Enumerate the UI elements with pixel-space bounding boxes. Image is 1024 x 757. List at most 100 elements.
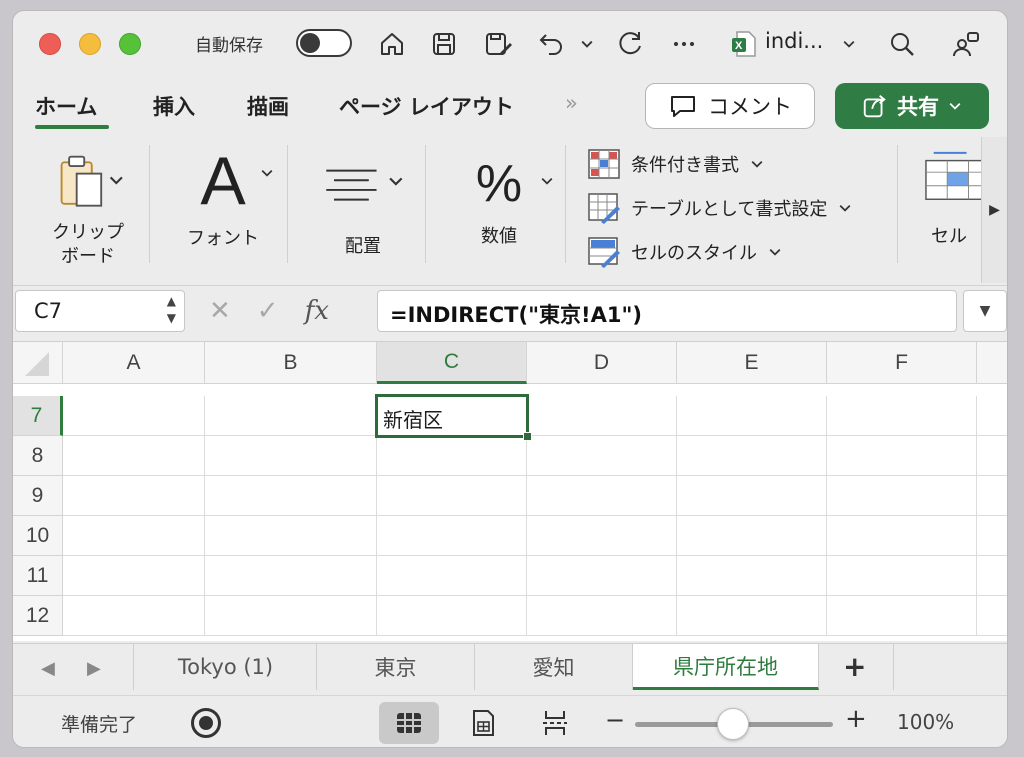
- column-header-e[interactable]: E: [677, 342, 827, 384]
- comment-button[interactable]: コメント: [645, 83, 815, 129]
- sheet-tab-tokyo-jp[interactable]: 東京: [317, 644, 475, 690]
- zoom-window-button[interactable]: [119, 33, 141, 55]
- row-header-11[interactable]: 11: [13, 556, 63, 596]
- grid-cell[interactable]: [827, 556, 977, 596]
- undo-dropdown-chevron-icon[interactable]: [577, 27, 597, 61]
- column-header-f[interactable]: F: [827, 342, 977, 384]
- grid-cell[interactable]: [677, 476, 827, 516]
- grid-cell[interactable]: [205, 476, 377, 516]
- document-name[interactable]: indi...: [765, 29, 823, 53]
- alignment-group[interactable]: 配置: [303, 137, 423, 269]
- previous-sheet-icon[interactable]: ◀: [41, 658, 55, 679]
- document-chevron-icon[interactable]: [839, 27, 859, 61]
- grid-cell[interactable]: [205, 396, 377, 436]
- conditional-formatting-button[interactable]: 条件付き書式: [587, 147, 765, 181]
- grid-cell[interactable]: [527, 476, 677, 516]
- font-group[interactable]: A フォント: [163, 137, 283, 269]
- insert-function-icon[interactable]: fx: [305, 296, 329, 326]
- grid-cell[interactable]: [677, 516, 827, 556]
- row-header-10[interactable]: 10: [13, 516, 63, 556]
- zoom-in-button[interactable]: +: [845, 704, 867, 734]
- row-header-8[interactable]: 8: [13, 436, 63, 476]
- cancel-formula-icon[interactable]: ✕: [209, 296, 231, 326]
- grid-cell[interactable]: [377, 516, 527, 556]
- zoom-slider-handle[interactable]: [717, 708, 749, 740]
- tab-insert[interactable]: 挿入: [153, 91, 195, 121]
- cell-c7[interactable]: 新宿区: [377, 396, 527, 436]
- name-box[interactable]: C7 ▲ ▼: [15, 290, 185, 332]
- grid-cell[interactable]: [205, 516, 377, 556]
- grid-cell[interactable]: [677, 596, 827, 636]
- normal-view-button[interactable]: [379, 702, 439, 744]
- record-macro-icon[interactable]: [191, 708, 221, 738]
- grid-cell[interactable]: [63, 516, 205, 556]
- name-box-stepper-icon[interactable]: ▲ ▼: [167, 293, 176, 327]
- grid-cell[interactable]: [63, 476, 205, 516]
- row-header-9[interactable]: 9: [13, 476, 63, 516]
- grid-cell[interactable]: [977, 516, 1007, 556]
- worksheet-grid[interactable]: A B C D E F 7 8 9 10 11 12 新宿区: [13, 341, 1007, 641]
- formula-input[interactable]: =INDIRECT("東京!A1"): [377, 290, 957, 332]
- more-icon[interactable]: [667, 27, 701, 61]
- tab-draw[interactable]: 描画: [247, 91, 289, 121]
- select-all-button[interactable]: [13, 342, 63, 384]
- format-as-table-button[interactable]: テーブルとして書式設定: [587, 191, 853, 225]
- grid-cell[interactable]: [977, 556, 1007, 596]
- confirm-formula-icon[interactable]: ✓: [257, 296, 279, 326]
- column-header-b[interactable]: B: [205, 342, 377, 384]
- tab-page-layout[interactable]: ページ レイアウト: [339, 91, 514, 121]
- grid-cell[interactable]: [527, 556, 677, 596]
- home-icon[interactable]: [375, 27, 409, 61]
- minimize-window-button[interactable]: [79, 33, 101, 55]
- clipboard-group[interactable]: クリップ ボード: [33, 137, 143, 269]
- row-header-12[interactable]: 12: [13, 596, 63, 636]
- grid-cell[interactable]: [677, 436, 827, 476]
- grid-cell[interactable]: [205, 596, 377, 636]
- cells-group[interactable]: セル: [911, 137, 981, 269]
- sheet-tab-prefectural-capitals[interactable]: 県庁所在地: [633, 644, 819, 690]
- add-sheet-button[interactable]: +: [843, 650, 866, 683]
- zoom-level[interactable]: 100%: [897, 710, 954, 734]
- grid-cell[interactable]: [377, 436, 527, 476]
- tabs-overflow-icon[interactable]: »: [565, 91, 578, 115]
- grid-cell[interactable]: [205, 436, 377, 476]
- expand-formula-bar-button[interactable]: ▼: [963, 290, 1007, 332]
- search-icon[interactable]: [885, 27, 919, 61]
- grid-cell[interactable]: [63, 556, 205, 596]
- page-break-preview-button[interactable]: [525, 702, 585, 744]
- grid-cell[interactable]: [377, 556, 527, 596]
- column-header-d[interactable]: D: [527, 342, 677, 384]
- zoom-out-button[interactable]: −: [605, 706, 625, 734]
- column-header-overflow[interactable]: [977, 342, 1007, 384]
- grid-cell[interactable]: [677, 396, 827, 436]
- autosave-toggle[interactable]: [296, 29, 352, 57]
- grid-cell[interactable]: [527, 596, 677, 636]
- grid-cell[interactable]: [377, 476, 527, 516]
- grid-cell[interactable]: [677, 556, 827, 596]
- row-header-7[interactable]: 7: [13, 396, 63, 436]
- page-layout-view-button[interactable]: [453, 702, 513, 744]
- ribbon-scroll-right-button[interactable]: ▶: [981, 137, 1007, 283]
- grid-cell[interactable]: [63, 396, 205, 436]
- grid-cell[interactable]: [977, 476, 1007, 516]
- sheet-tab-tokyo-1[interactable]: Tokyo (1): [135, 644, 317, 690]
- grid-cell[interactable]: [527, 396, 677, 436]
- grid-cell[interactable]: [977, 396, 1007, 436]
- grid-cell[interactable]: [63, 436, 205, 476]
- grid-cell[interactable]: [977, 436, 1007, 476]
- next-sheet-icon[interactable]: ▶: [87, 658, 101, 679]
- column-header-c[interactable]: C: [377, 342, 527, 384]
- grid-cell[interactable]: [977, 596, 1007, 636]
- share-button[interactable]: 共有: [835, 83, 989, 129]
- close-window-button[interactable]: [39, 33, 61, 55]
- grid-cell[interactable]: [527, 516, 677, 556]
- grid-cell[interactable]: [205, 556, 377, 596]
- save-as-icon[interactable]: [481, 27, 515, 61]
- column-header-a[interactable]: A: [63, 342, 205, 384]
- redo-icon[interactable]: [613, 27, 647, 61]
- undo-icon[interactable]: [535, 27, 569, 61]
- grid-cell[interactable]: [827, 516, 977, 556]
- grid-cell[interactable]: [827, 476, 977, 516]
- grid-cell[interactable]: [827, 436, 977, 476]
- save-icon[interactable]: [427, 27, 461, 61]
